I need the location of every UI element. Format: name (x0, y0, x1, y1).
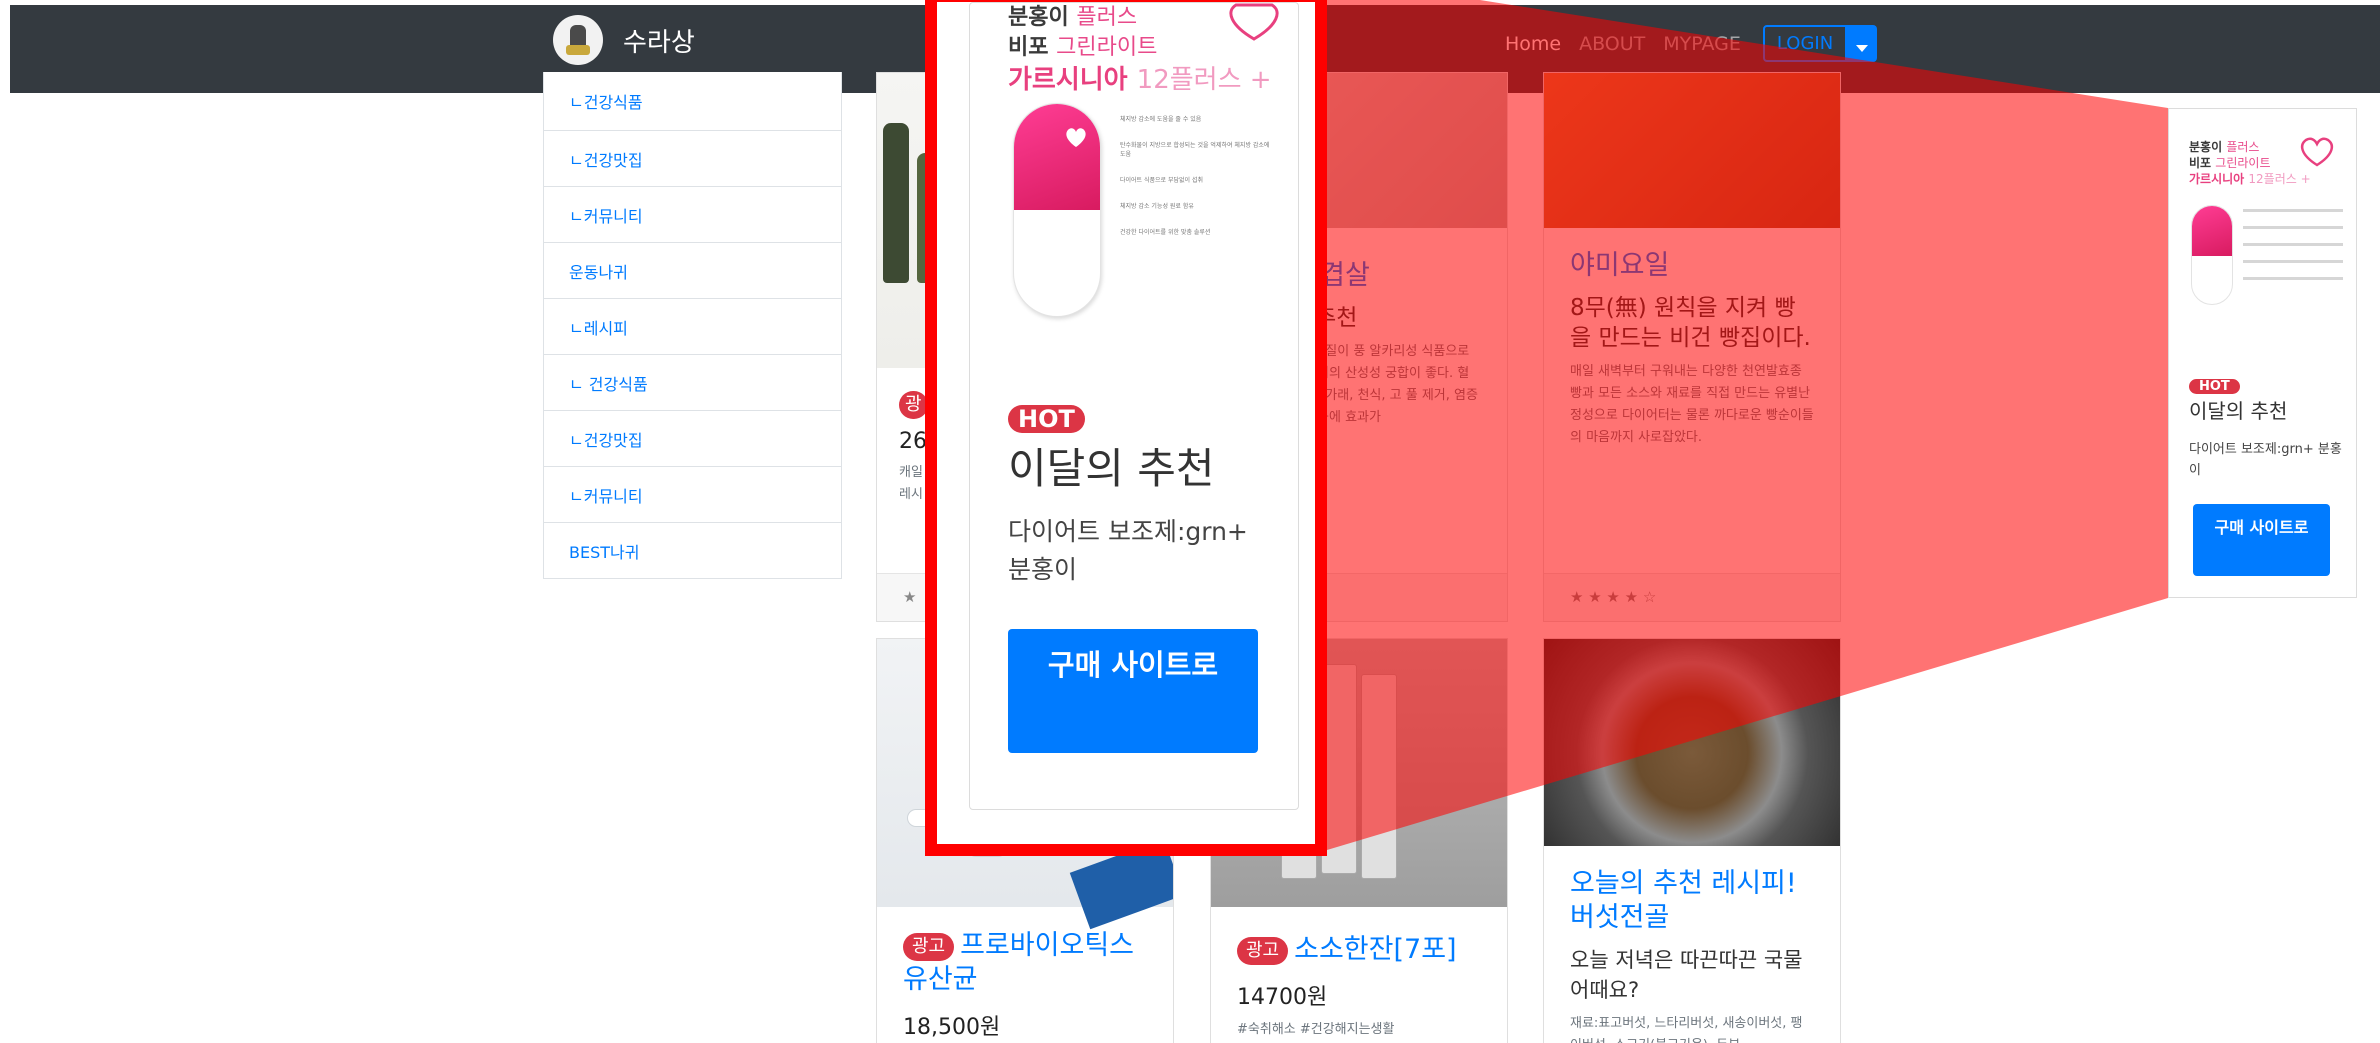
popup-ad-frame: 분홍이 플러스 비포 그린라이트 가르시니아 12플러스 + 체지방 감소에 도… (925, 0, 1327, 856)
sidebar-item-recipe[interactable]: ㄴ레시피 (544, 298, 841, 354)
heart-icon (2300, 137, 2334, 167)
card-mushroom-hotpot[interactable]: 오늘의 추천 레시피! 버섯전골 오늘 저녁은 따끈따끈 국물 어때요? 재료:… (1543, 638, 1841, 1043)
sidebar-item-health-food[interactable]: ㄴ건강식품 (544, 72, 841, 130)
popup-ad-line3-soft: 12플러스 + (1136, 65, 1272, 95)
stick-image (1361, 674, 1397, 879)
card-body: 광고 프로바이오틱스 유산균 18,500원 (877, 929, 1173, 1041)
capsule-image (1013, 103, 1101, 317)
sidebar-item-exercise[interactable]: 운동나귀 (544, 242, 841, 298)
side-ad-line1-soft: 플러스 (2226, 140, 2260, 154)
bullet-line (2243, 243, 2343, 246)
sidebar-item-community[interactable]: ㄴ커뮤니티 (544, 186, 841, 242)
ad-badge: 광고 (903, 932, 955, 961)
popup-ad-title: 이달의 추천 (1008, 444, 1215, 493)
bullet-line (2243, 260, 2343, 263)
card-image (1544, 639, 1840, 846)
side-ad-line2-soft: 그린라이트 (2215, 156, 2271, 170)
side-ad-buy-button[interactable]: 구매 사이트로 (2193, 504, 2330, 576)
card-body: 광고 소소한잔[7포] 14700원 #숙취해소 #건강해지는생활 (1211, 933, 1507, 1041)
ad-bullet: 체지방 감소 기능성 원료 함유 (1120, 203, 1194, 210)
capsule-image (2191, 205, 2233, 305)
ad-bullet: 다이어트 식품으로 부담없이 섭취 (1120, 177, 1204, 184)
nav-link-about[interactable]: ABOUT (1579, 33, 1645, 55)
card-text: 재료:표고버섯, 느타리버섯, 새송이버섯, 팽이버섯, 소고기(불고기용), … (1570, 1016, 1803, 1043)
ad-bullet: 체지방 감소에 도움을 줄 수 있음 (1120, 116, 1202, 123)
bullet-line (2243, 277, 2343, 280)
popup-ad-buy-button[interactable]: 구매 사이트로 (1008, 629, 1258, 753)
popup-ad-line1: 분홍이 (1008, 5, 1069, 30)
card-subtitle: 오늘 저녁은 따끈따끈 국물 어때요? (1570, 948, 1803, 1002)
ad-badge: 광고 (1237, 936, 1289, 965)
brand-name: 수라상 (623, 27, 695, 58)
side-ad-desc: 다이어트 보조제:grn+ 분홍이 (2189, 442, 2342, 478)
nav-link-mypage[interactable]: MYPAGE (1663, 33, 1741, 55)
side-ad-line1: 분홍이 (2189, 140, 2223, 154)
heart-icon (1229, 3, 1279, 41)
sidebar-item-best[interactable]: BEST나귀 (544, 522, 841, 578)
sidebar-item-health-restaurant[interactable]: ㄴ건강맛집 (544, 130, 841, 186)
hot-badge: HOT (1008, 405, 1085, 433)
login-group: LOGIN (1762, 25, 1878, 62)
heart-icon (1066, 128, 1086, 147)
side-ad-bullets (2243, 209, 2343, 294)
card-subtitle: 8무(無) 원칙을 지켜 빵을 만드는 비건 빵집이다. (1570, 295, 1811, 351)
popup-ad-desc: 다이어트 보조제:grn+ 분홍이 (1008, 517, 1248, 584)
card-title-text: 소소한잔[7포] (1294, 934, 1457, 965)
side-ad[interactable]: 분홍이 플러스 비포 그린라이트 가르시니아 12플러스 + HOT 이달의 추… (2168, 108, 2357, 598)
popup-ad-line2: 비포 (1008, 35, 1049, 60)
card-title[interactable]: 광고 소소한잔[7포] (1237, 933, 1481, 967)
brand-logo-icon (553, 15, 603, 65)
bullet-line (2243, 226, 2343, 229)
card-title[interactable]: 오늘의 추천 레시피! 버섯전골 (1570, 867, 1814, 935)
popup-ad-bullets: 체지방 감소에 도움을 줄 수 있음 탄수화물이 지방으로 합성되는 것을 억제… (1120, 115, 1270, 254)
popup-ad[interactable]: 분홍이 플러스 비포 그린라이트 가르시니아 12플러스 + 체지방 감소에 도… (969, 2, 1299, 810)
nav-link-home[interactable]: Home (1505, 33, 1561, 55)
card-title[interactable]: 광고 프로바이오틱스 유산균 (903, 929, 1147, 997)
ad-bullet: 건강한 다이어트를 위한 맞춤 솔루션 (1120, 229, 1211, 236)
card-body: 오늘의 추천 레시피! 버섯전골 오늘 저녁은 따끈따끈 국물 어때요? 재료:… (1544, 867, 1840, 1043)
login-button[interactable]: LOGIN (1762, 25, 1848, 62)
popup-ad-line2-soft: 그린라이트 (1056, 35, 1158, 60)
card-rating: ★ ★ ★ ★ ☆ (1544, 573, 1840, 621)
hot-badge: HOT (2189, 379, 2240, 394)
ad-bullet: 탄수화물이 지방으로 합성되는 것을 억제하여 체지방 감소에 도움 (1120, 142, 1270, 158)
sidebar-item-health-restaurant-2[interactable]: ㄴ건강맛집 (544, 410, 841, 466)
card-yamiyoil[interactable]: 야미요일 8무(無) 원칙을 지켜 빵을 만드는 비건 빵집이다. 매일 새벽부… (1543, 72, 1841, 622)
card-price: 18,500원 (903, 1015, 1001, 1040)
ad-badge: 광 (899, 391, 928, 419)
brand[interactable]: 수라상 (553, 15, 695, 65)
card-title[interactable]: 야미요일 (1570, 249, 1814, 283)
login-dropdown-toggle[interactable] (1847, 25, 1878, 62)
card-image (1544, 73, 1840, 228)
bullet-line (2243, 209, 2343, 212)
side-ad-title: 이달의 추천 (2189, 399, 2288, 423)
bottle-image (883, 123, 909, 283)
sidebar-item-community-2[interactable]: ㄴ커뮤니티 (544, 466, 841, 522)
sidebar-item-health-food-2[interactable]: ㄴ 건강식품 (544, 354, 841, 410)
side-ad-line2: 비포 (2189, 156, 2212, 170)
side-ad-header: 분홍이 플러스 비포 그린라이트 가르시니아 12플러스 + (2189, 139, 2311, 187)
popup-ad-line3: 가르시니아 (1008, 65, 1128, 95)
card-body: 야미요일 8무(無) 원칙을 지켜 빵을 만드는 비건 빵집이다. 매일 새벽부… (1544, 249, 1840, 449)
card-text: 매일 새벽부터 구워내는 다양한 천연발효종 빵과 모든 소스와 재료를 직접 … (1570, 364, 1814, 445)
card-text: #숙취해소 #건강해지는생활 (1237, 1022, 1395, 1037)
side-ad-line3-soft: 12플러스 + (2248, 172, 2311, 186)
nav-links: Home ABOUT MYPAGE LOGIN (1505, 25, 1878, 62)
card-price: 14700원 (1237, 985, 1328, 1010)
sidebar: ㄴ건강식품 ㄴ건강맛집 ㄴ커뮤니티 운동나귀 ㄴ레시피 ㄴ 건강식품 ㄴ건강맛집… (543, 72, 842, 579)
popup-ad-line1-soft: 플러스 (1076, 5, 1138, 30)
side-ad-line3: 가르시니아 (2189, 172, 2245, 186)
